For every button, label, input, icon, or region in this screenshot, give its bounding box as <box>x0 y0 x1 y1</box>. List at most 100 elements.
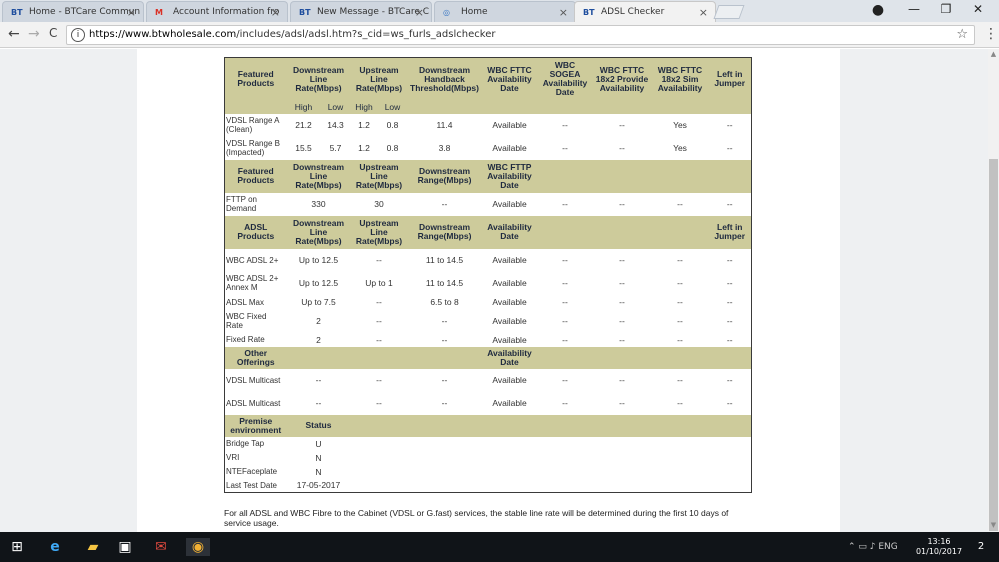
low-label: Low <box>377 100 408 114</box>
table-cell: -- <box>708 113 752 137</box>
table-cell: 17-05-2017 <box>286 478 351 493</box>
system-tray[interactable]: ⌃ ▭ ♪ ENG <box>848 542 898 552</box>
table-row: VRI N <box>224 450 752 465</box>
table-cell: -- <box>350 248 408 272</box>
tab-title: Home <box>461 7 488 17</box>
bookmark-star-icon[interactable]: ☆ <box>956 27 968 42</box>
table-cell: Up to 12.5 <box>286 248 351 272</box>
table-cell: -- <box>592 136 652 160</box>
table-cell: -- <box>708 136 752 160</box>
table-cell: -- <box>651 391 709 415</box>
table-cell: Up to 1 <box>350 271 408 295</box>
spacer-cell <box>651 346 709 369</box>
minimize-button[interactable]: — <box>904 2 924 16</box>
url-input[interactable]: i https://www.btwholesale.com/includes/a… <box>66 25 975 45</box>
table-cell: -- <box>537 192 593 216</box>
tab-title: New Message - BTCare C <box>317 7 430 17</box>
scroll-up-icon[interactable]: ▲ <box>988 50 999 58</box>
table-cell: Up to 12.5 <box>286 271 351 295</box>
spacer-cell <box>350 436 752 451</box>
table-cell: -- <box>286 391 351 415</box>
table-cell: 11 to 14.5 <box>407 271 482 295</box>
info-icon[interactable]: i <box>71 28 85 42</box>
table-row: WBC ADSL 2+ Up to 12.5 -- 11 to 14.5 Availa… <box>224 248 752 272</box>
back-icon[interactable]: ← <box>8 26 20 42</box>
tab-gmail-account[interactable]: M Account Information fro × <box>146 1 288 22</box>
scrollbar-thumb[interactable] <box>989 159 998 531</box>
col-left-in-jumper: Left in Jumper <box>708 57 752 101</box>
table-cell: -- <box>708 271 752 295</box>
col-fttc-availability: WBC FTTC Availability Date <box>481 57 538 101</box>
spacer-cell <box>651 215 709 249</box>
table-cell: Yes <box>651 136 709 160</box>
mail-icon[interactable]: ✉ <box>152 538 170 556</box>
tab-home[interactable]: ◎ Home × <box>434 1 576 22</box>
table-cell: -- <box>592 113 652 137</box>
windows-start-icon[interactable]: ⊞ <box>8 538 26 556</box>
table-cell: -- <box>708 309 752 333</box>
row-label: Last Test Date <box>224 478 287 493</box>
table-cell: -- <box>651 368 709 392</box>
table-cell: 11 to 14.5 <box>407 248 482 272</box>
tab-btcare-home[interactable]: BT Home - BTCare Commun × <box>2 1 144 22</box>
close-icon[interactable]: × <box>271 6 280 19</box>
edge-icon[interactable]: e <box>46 538 64 556</box>
forward-icon[interactable]: → <box>28 26 40 42</box>
maximize-button[interactable]: ❐ <box>936 2 956 16</box>
tab-new-message[interactable]: BT New Message - BTCare C × <box>290 1 432 22</box>
row-label: WBC ADSL 2+ <box>224 248 287 272</box>
reload-icon[interactable]: C <box>49 26 57 40</box>
table-cell: -- <box>651 248 709 272</box>
col-fttc-18x2-provide: WBC FTTC 18x2 Provide Availability <box>592 57 652 101</box>
row-label: Fixed Rate <box>224 332 287 347</box>
table-cell: Available <box>481 136 538 160</box>
table-cell: -- <box>592 332 652 347</box>
chrome-icon[interactable]: ◉ <box>186 538 210 556</box>
row-label: VRI <box>224 450 287 465</box>
col-other-offerings: Other Offerings <box>224 346 287 369</box>
file-explorer-icon[interactable]: ▰ <box>84 538 102 556</box>
spacer-cell <box>407 100 482 114</box>
notification-icon[interactable]: 2 <box>972 538 990 556</box>
spacer-cell <box>651 159 709 193</box>
table-cell: -- <box>407 309 482 333</box>
table-cell: Up to 7.5 <box>286 294 351 310</box>
tab-adsl-checker[interactable]: BT ADSL Checker × <box>574 1 716 23</box>
table-cell: Available <box>481 113 538 137</box>
clock[interactable]: 13:16 01/10/2017 <box>912 537 966 557</box>
close-window-button[interactable]: ✕ <box>968 2 988 16</box>
spacer-cell <box>592 346 652 369</box>
close-icon[interactable]: × <box>699 6 708 19</box>
close-icon[interactable]: × <box>415 6 424 19</box>
new-tab-button[interactable] <box>713 5 745 19</box>
table-cell: 11.4 <box>407 113 482 137</box>
windows-taskbar: ⊞ e ▰ ▣ ✉ ◉ ⌃ ▭ ♪ ENG 13:16 01/10/2017 2 <box>0 532 999 562</box>
scroll-down-icon[interactable]: ▼ <box>988 521 999 529</box>
close-icon[interactable]: × <box>127 6 136 19</box>
spacer-cell <box>350 478 752 493</box>
col-downstream-line-rate: Downstream Line Rate(Mbps) <box>286 215 351 249</box>
table-cell: -- <box>651 309 709 333</box>
close-icon[interactable]: × <box>559 6 568 19</box>
spacer-cell <box>537 215 593 249</box>
table-cell: -- <box>708 391 752 415</box>
profile-icon[interactable]: ● <box>868 2 888 18</box>
table-cell: 1.2 <box>350 136 378 160</box>
table-row: NTEFaceplate N <box>224 464 752 479</box>
col-upstream-line-rate: Upstream Line Rate(Mbps) <box>350 57 408 101</box>
vertical-scrollbar[interactable]: ▲ ▼ <box>988 49 999 532</box>
table-cell: -- <box>537 368 593 392</box>
table-cell: -- <box>537 136 593 160</box>
table-cell: -- <box>407 332 482 347</box>
tab-title: Account Information fro <box>173 7 280 17</box>
tab-title: Home - BTCare Commun <box>29 7 141 17</box>
table-cell: -- <box>537 248 593 272</box>
spacer-cell <box>407 346 482 369</box>
spacer-cell <box>537 159 593 193</box>
table-cell: 30 <box>350 192 408 216</box>
table-cell: 21.2 <box>286 113 321 137</box>
table-cell: -- <box>537 309 593 333</box>
table-row: Bridge Tap U <box>224 436 752 451</box>
menu-icon[interactable]: ⋮ <box>984 26 998 42</box>
store-icon[interactable]: ▣ <box>116 538 134 556</box>
